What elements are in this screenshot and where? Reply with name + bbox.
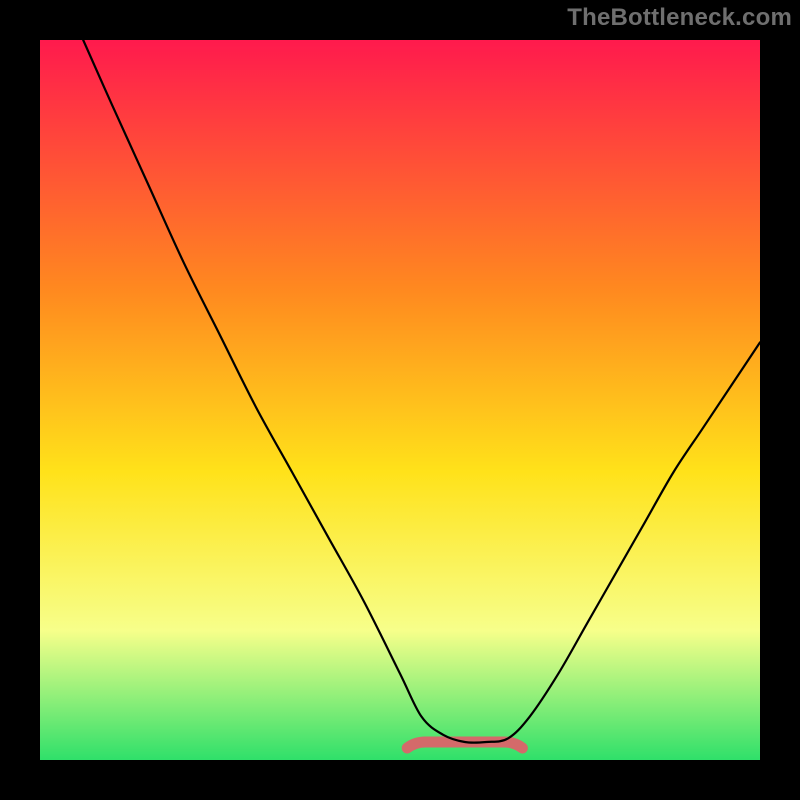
chart-svg [40,40,760,760]
plot-area [40,40,760,760]
chart-container: TheBottleneck.com [0,0,800,800]
watermark-text: TheBottleneck.com [567,4,792,32]
gradient-background [40,40,760,760]
